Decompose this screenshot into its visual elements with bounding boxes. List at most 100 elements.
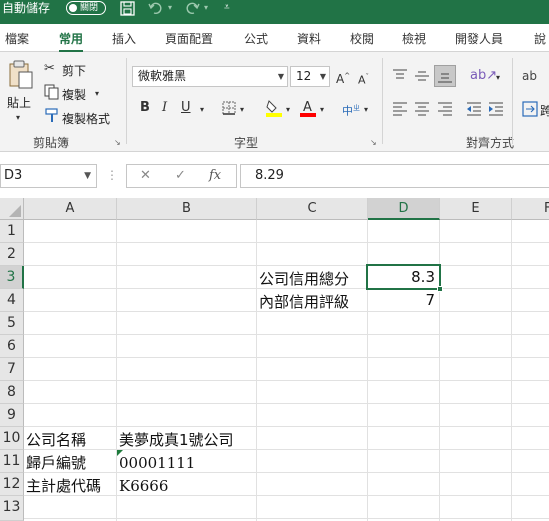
- undo-icon[interactable]: [148, 1, 164, 16]
- row-header-3[interactable]: 3: [0, 266, 24, 289]
- tab-home[interactable]: 常用: [59, 30, 84, 53]
- align-right-icon[interactable]: [437, 101, 453, 117]
- ribbon-tabs: 檔案 常用 插入 頁面配置 公式 資料 校閱 檢視 開發人員 說: [0, 24, 549, 53]
- merge-label[interactable]: 跨: [540, 102, 549, 119]
- cell-a10[interactable]: 公司名稱: [26, 429, 86, 451]
- copy-icon[interactable]: [44, 84, 60, 100]
- cancel-icon[interactable]: ✕: [140, 168, 151, 183]
- increase-font-size-icon[interactable]: A^: [336, 68, 350, 87]
- increase-indent-icon[interactable]: [488, 101, 504, 117]
- merge-center-icon[interactable]: [522, 101, 538, 117]
- tab-help[interactable]: 說: [534, 30, 546, 47]
- cell-b10[interactable]: 美夢成真1號公司: [119, 429, 234, 451]
- row-header-2[interactable]: 2: [0, 243, 24, 266]
- align-center-icon[interactable]: [414, 101, 430, 117]
- paste-button[interactable]: 貼上: [7, 94, 31, 111]
- decrease-font-size-icon[interactable]: Aˇ: [358, 69, 369, 89]
- cell-c3[interactable]: 公司信用總分: [259, 268, 349, 290]
- column-header-a[interactable]: A: [24, 198, 117, 220]
- align-middle-icon[interactable]: [414, 68, 430, 84]
- column-header-d[interactable]: D: [368, 198, 440, 220]
- paste-dropdown-icon[interactable]: ▾: [16, 110, 20, 126]
- tab-formulas[interactable]: 公式: [244, 30, 268, 47]
- redo-icon[interactable]: [184, 1, 200, 16]
- select-all-button[interactable]: [0, 198, 24, 220]
- cell-a11[interactable]: 歸戶編號: [26, 452, 86, 474]
- spreadsheet-grid: A B C D E F 1 2 3 4 5 6 7 8 9 10 11 12 1…: [0, 198, 549, 521]
- row-header-8[interactable]: 8: [0, 381, 24, 404]
- borders-icon[interactable]: [222, 101, 236, 115]
- name-box[interactable]: D3 ▼: [0, 164, 97, 188]
- font-size-select[interactable]: 12 ▼: [290, 66, 330, 87]
- underline-dropdown-icon[interactable]: ▾: [200, 102, 204, 118]
- phonetic-dropdown-icon[interactable]: ▾: [364, 102, 368, 118]
- cell-b12[interactable]: K6666: [119, 475, 168, 497]
- phonetic-guide-icon[interactable]: 中ㄓ: [342, 100, 360, 120]
- undo-dropdown-icon[interactable]: ▾: [168, 3, 172, 12]
- font-name-select[interactable]: 微軟雅黑 ▼: [132, 66, 288, 87]
- redo-dropdown-icon[interactable]: ▾: [204, 3, 208, 12]
- row-header-1[interactable]: 1: [0, 220, 24, 243]
- cell-a12[interactable]: 主計處代碼: [26, 475, 101, 497]
- insert-function-icon[interactable]: fx: [209, 168, 221, 183]
- bold-button[interactable]: B: [140, 100, 150, 116]
- formula-input[interactable]: 8.29: [240, 164, 549, 188]
- column-header-f[interactable]: F: [512, 198, 549, 220]
- tab-page-layout[interactable]: 頁面配置: [165, 30, 213, 47]
- cell-d4[interactable]: 7: [369, 289, 435, 311]
- chevron-down-icon: ▼: [319, 72, 326, 81]
- row-header-13[interactable]: 13: [0, 496, 24, 521]
- copy-dropdown-icon[interactable]: ▾: [95, 86, 99, 102]
- customize-quick-access-icon[interactable]: ⩡: [224, 2, 230, 13]
- save-icon[interactable]: [120, 1, 136, 16]
- format-painter-button[interactable]: 複製格式: [62, 110, 110, 127]
- align-left-icon[interactable]: [392, 101, 408, 117]
- autosave-toggle[interactable]: 關閉: [66, 1, 106, 15]
- orientation-icon[interactable]: ab↗: [470, 68, 497, 84]
- font-dialog-launcher-icon[interactable]: ↘: [370, 138, 377, 147]
- tab-developer[interactable]: 開發人員: [455, 30, 503, 47]
- cut-icon[interactable]: ✂: [44, 61, 55, 77]
- clipboard-dialog-launcher-icon[interactable]: ↘: [114, 138, 121, 147]
- gridline: [24, 426, 549, 427]
- borders-dropdown-icon[interactable]: ▾: [240, 102, 244, 118]
- cut-button[interactable]: 剪下: [62, 62, 86, 79]
- column-header-c[interactable]: C: [257, 198, 368, 220]
- fill-color-dropdown-icon[interactable]: ▾: [286, 102, 290, 118]
- fill-color-icon[interactable]: [265, 98, 283, 118]
- row-header-7[interactable]: 7: [0, 358, 24, 381]
- formula-bar-resize-handle[interactable]: ⋮: [106, 168, 118, 182]
- paste-icon[interactable]: [8, 60, 34, 90]
- tab-insert[interactable]: 插入: [112, 30, 136, 47]
- copy-button[interactable]: 複製: [62, 86, 86, 103]
- row-header-5[interactable]: 5: [0, 312, 24, 335]
- underline-button[interactable]: U: [181, 100, 191, 116]
- tab-review[interactable]: 校閱: [350, 30, 374, 47]
- row-header-11[interactable]: 11: [0, 450, 24, 473]
- tab-view[interactable]: 檢視: [402, 30, 426, 47]
- decrease-indent-icon[interactable]: [466, 101, 482, 117]
- row-header-6[interactable]: 6: [0, 335, 24, 358]
- align-bottom-button[interactable]: [434, 65, 456, 87]
- italic-button[interactable]: I: [162, 100, 167, 116]
- tab-data[interactable]: 資料: [297, 30, 321, 47]
- toggle-knob: [69, 4, 77, 12]
- row-header-4[interactable]: 4: [0, 289, 24, 312]
- font-color-dropdown-icon[interactable]: ▾: [320, 102, 324, 118]
- column-header-b[interactable]: B: [117, 198, 257, 220]
- row-header-9[interactable]: 9: [0, 404, 24, 427]
- format-painter-icon[interactable]: [44, 108, 60, 124]
- enter-icon[interactable]: ✓: [175, 168, 186, 183]
- orientation-dropdown-icon[interactable]: ▾: [496, 70, 500, 86]
- cell-c4[interactable]: 內部信用評級: [259, 291, 349, 313]
- cell-b11[interactable]: 00001111: [119, 452, 195, 474]
- row-header-10[interactable]: 10: [0, 427, 24, 450]
- fill-handle[interactable]: [437, 286, 443, 292]
- font-color-icon[interactable]: A: [299, 98, 317, 118]
- active-cell-selection[interactable]: [366, 264, 443, 292]
- row-header-12[interactable]: 12: [0, 473, 24, 496]
- align-top-icon[interactable]: [392, 68, 408, 84]
- tab-file[interactable]: 檔案: [5, 30, 29, 47]
- wrap-text-icon[interactable]: ab: [522, 68, 537, 84]
- column-header-e[interactable]: E: [440, 198, 512, 220]
